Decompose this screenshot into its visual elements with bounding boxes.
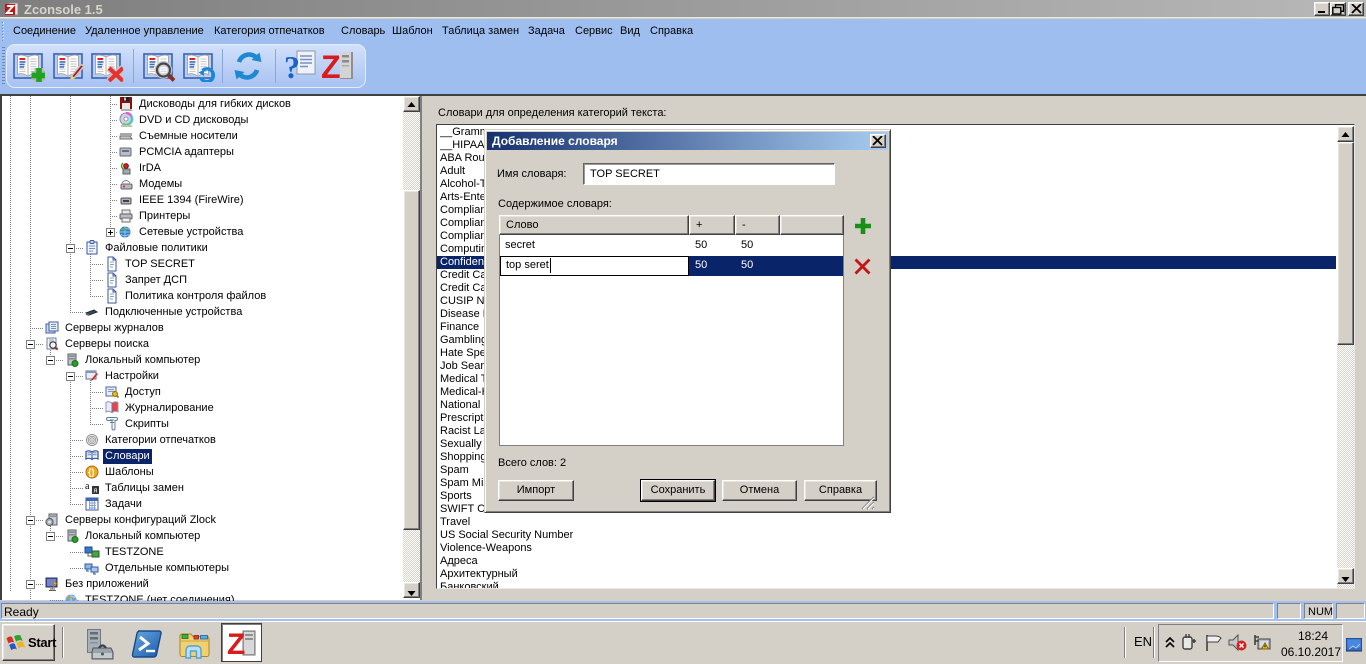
svg-text:Z: Z <box>227 628 245 658</box>
svg-text:Z: Z <box>322 50 341 82</box>
svg-text:я: я <box>94 488 98 495</box>
svg-text:{): {) <box>88 467 95 477</box>
svg-text:?: ? <box>284 50 300 82</box>
svg-text:a: a <box>85 481 90 492</box>
